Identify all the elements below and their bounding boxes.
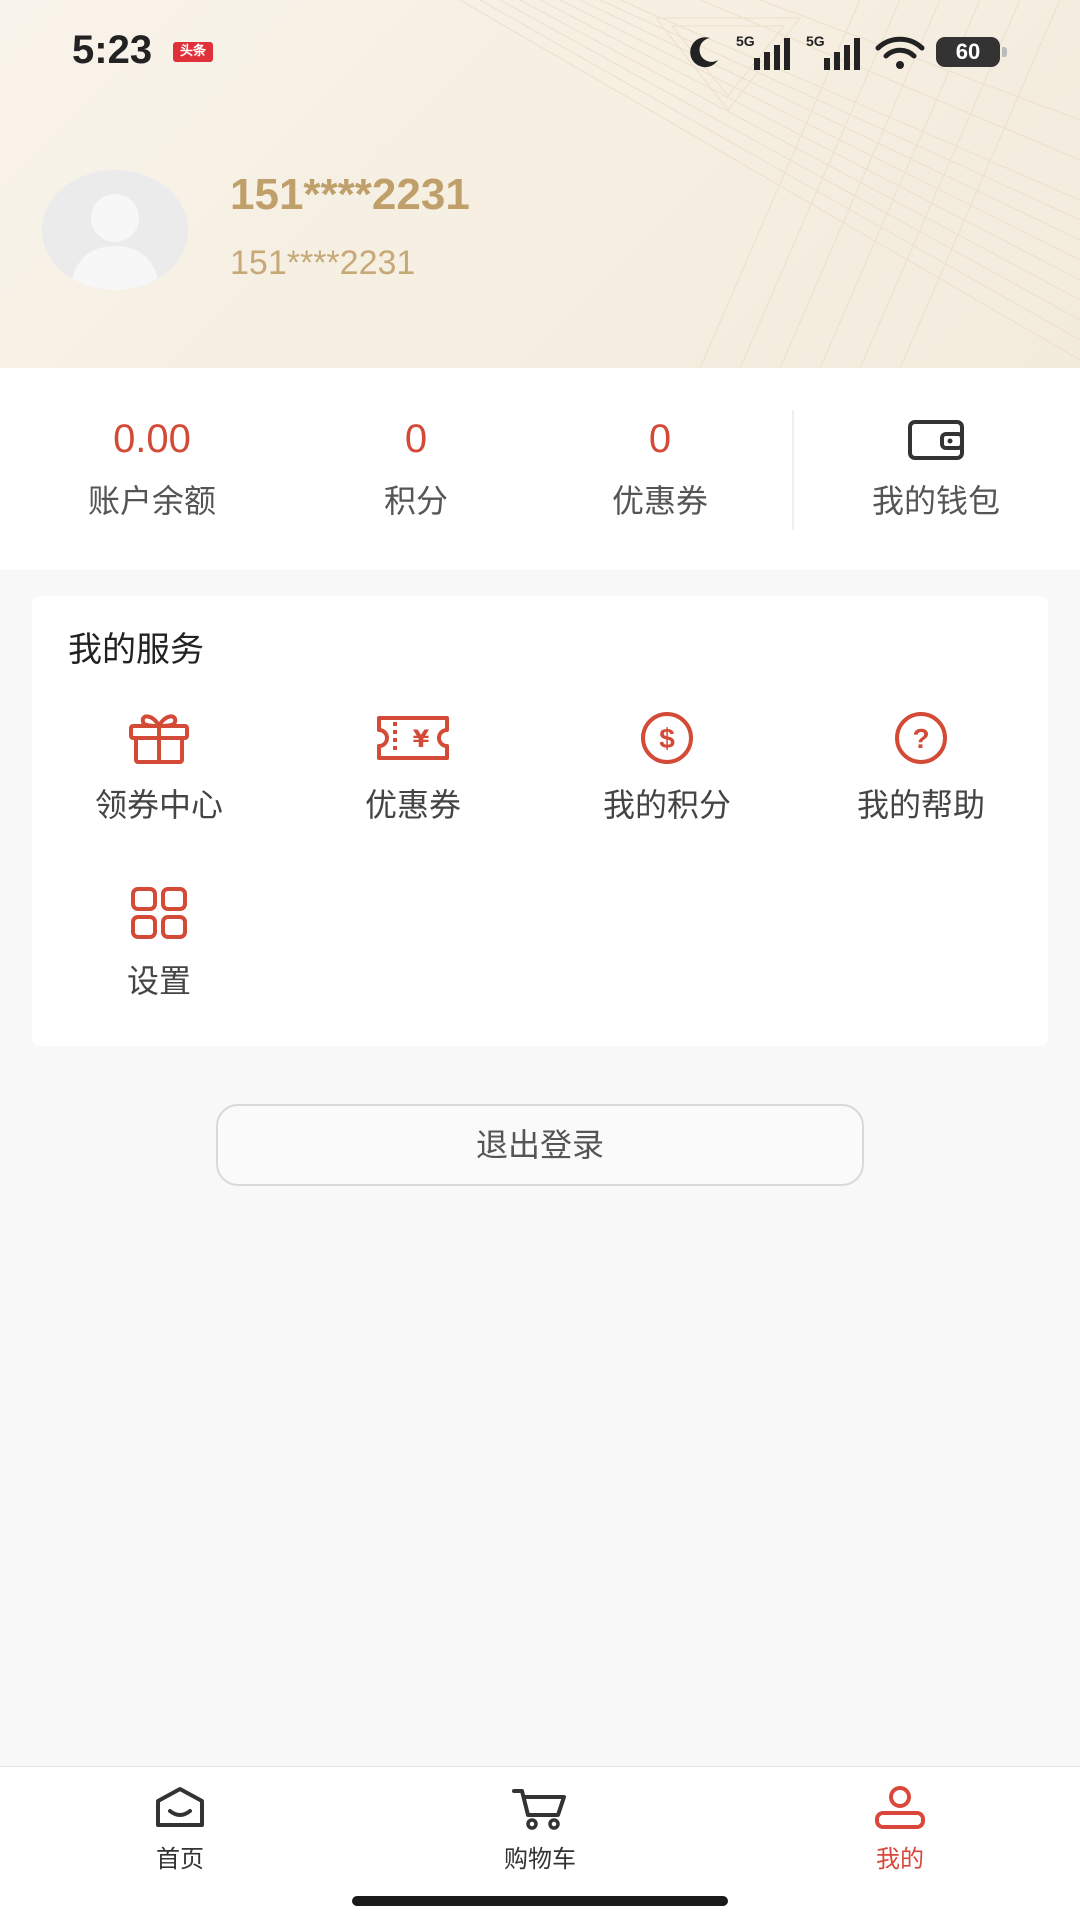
svg-text:¥: ¥ [413,725,430,753]
profile-header: 5:23 头条 5G 5G 60 151****2231 151****2231 [0,0,1080,368]
grid-icon [131,887,187,939]
service-settings[interactable]: 设置 [32,886,286,1002]
wifi-icon [875,36,925,69]
wallet-icon [908,420,964,460]
status-bar: 5:23 头条 5G 5G 60 [0,0,1080,104]
user-icon [875,1786,925,1829]
home-indicator[interactable] [352,1896,728,1906]
service-label: 优惠券 [364,786,461,824]
my-wallet-button[interactable]: 我的钱包 [836,414,1036,522]
service-coupons[interactable]: ¥ 优惠券 [286,710,540,826]
stats-divider [792,410,794,530]
stat-points[interactable]: 0 积分 [316,414,516,522]
account-stats: 0.00 账户余额 0 积分 0 优惠券 我的钱包 [0,368,1080,570]
points-value: 0 [404,417,428,461]
balance-label: 账户余额 [87,482,216,520]
points-label: 积分 [383,482,448,520]
moon-icon [690,37,718,68]
tab-label: 我的 [876,1845,924,1873]
service-coupon-center[interactable]: 领券中心 [32,710,286,826]
tab-label: 首页 [156,1845,204,1873]
user-name: 151****2231 [230,170,470,219]
avatar-placeholder-icon [42,170,188,290]
profile-screen: 5:23 头条 5G 5G 60 151****2231 151****2231… [0,0,1080,1920]
dollar-coin-icon: $ [641,712,693,764]
stat-balance[interactable]: 0.00 账户余额 [52,414,252,522]
svg-text:$: $ [659,723,675,754]
battery-indicator: 60 [936,37,1007,67]
news-badge: 头条 [173,42,213,62]
tab-cart[interactable]: 购物车 [460,1785,620,1874]
svg-text:5G: 5G [736,33,755,49]
svg-text:5G: 5G [806,33,825,49]
signal-5g-icon-2: 5G [806,33,860,70]
avatar[interactable] [42,170,188,290]
gift-icon [129,714,189,764]
status-time: 5:23 [72,28,153,72]
services-card: 我的服务 领券中心 ¥ 优惠券 $ 我的积分 ? 我的帮助 设置 [32,596,1048,1046]
balance-value: 0.00 [113,417,191,461]
coupon-icon: ¥ [377,716,449,760]
stat-coupons[interactable]: 0 优惠券 [560,414,760,522]
coupons-label: 优惠券 [611,482,708,520]
tab-mine[interactable]: 我的 [820,1785,980,1874]
user-phone: 151****2231 [230,244,416,282]
svg-text:?: ? [912,723,929,754]
service-label: 我的积分 [602,786,731,824]
wallet-label: 我的钱包 [871,482,1000,520]
home-icon [156,1787,204,1827]
tab-home[interactable]: 首页 [100,1785,260,1874]
service-my-help[interactable]: ? 我的帮助 [794,710,1048,826]
service-label: 领券中心 [94,786,223,824]
logout-button[interactable]: 退出登录 [216,1104,864,1186]
question-icon: ? [895,712,947,764]
signal-5g-icon: 5G [736,33,790,70]
service-my-points[interactable]: $ 我的积分 [540,710,794,826]
status-icons: 5G 5G 60 [684,30,1007,74]
services-title: 我的服务 [68,630,204,670]
cart-icon [512,1789,566,1830]
tab-label: 购物车 [504,1845,576,1873]
service-label: 我的帮助 [856,786,985,824]
service-label: 设置 [126,962,191,1000]
coupons-value: 0 [648,417,672,461]
